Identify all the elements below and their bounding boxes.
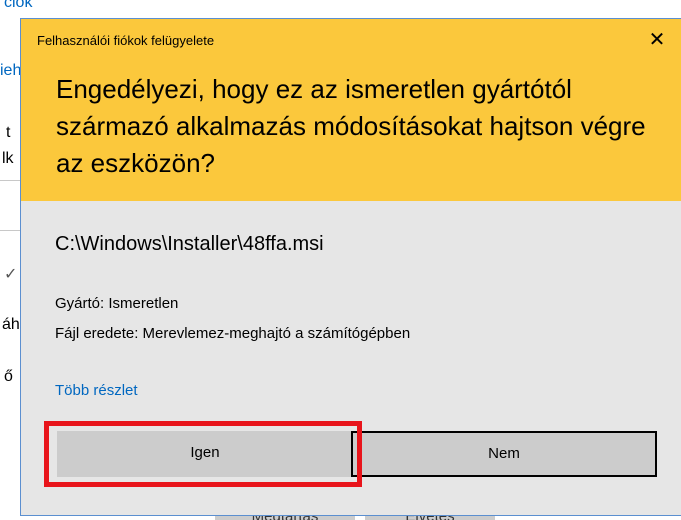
- background-text: ő: [4, 368, 13, 385]
- background-text: lk: [2, 150, 14, 167]
- screen: ciók ieh t lk ✓ áh ő Megtartás Elvetés F…: [0, 0, 681, 520]
- publisher-info: Gyártó: Ismeretlen: [55, 295, 179, 312]
- background-divider: [0, 180, 20, 181]
- more-details-link[interactable]: Több részlet: [55, 382, 138, 399]
- yes-button[interactable]: Igen: [57, 431, 353, 477]
- file-path: C:\Windows\Installer\48ffa.msi: [55, 233, 324, 255]
- no-button[interactable]: Nem: [351, 431, 657, 477]
- background-checkmark-icon: ✓: [4, 266, 18, 283]
- background-text: t: [6, 124, 11, 141]
- file-origin-info: Fájl eredete: Merevlemez-meghajtó a szám…: [55, 325, 411, 342]
- permission-question: Engedélyezi, hogy ez az ismeretlen gyárt…: [56, 74, 646, 178]
- background-link-text[interactable]: ciók: [4, 0, 32, 12]
- dialog-title: Felhasználói fiókok felügyelete: [37, 33, 215, 48]
- background-text: áh: [2, 316, 20, 333]
- close-button[interactable]: ✕: [643, 25, 671, 53]
- dialog-header: Felhasználói fiókok felügyelete ✕ Engedé…: [21, 19, 681, 201]
- close-icon: ✕: [648, 27, 666, 51]
- background-divider: [0, 230, 20, 231]
- background-link-text[interactable]: ieh: [0, 62, 21, 80]
- uac-dialog: Felhasználói fiókok felügyelete ✕ Engedé…: [20, 18, 681, 516]
